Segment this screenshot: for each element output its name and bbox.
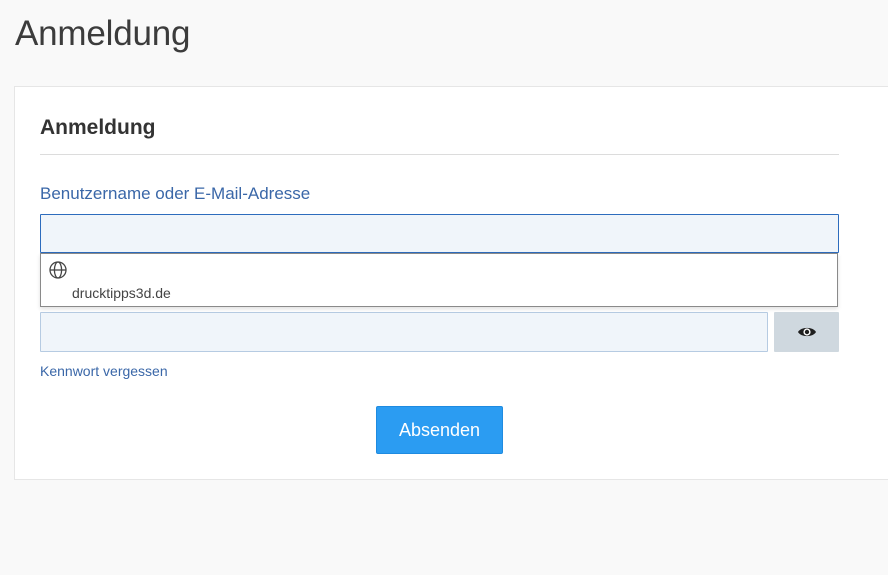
username-input[interactable] <box>40 214 839 253</box>
card-title: Anmeldung <box>40 116 156 139</box>
username-label: Benutzername oder E-Mail-Adresse <box>40 184 311 203</box>
card-divider <box>40 154 839 155</box>
page-title: Anmeldung <box>15 14 191 53</box>
eye-icon <box>797 327 816 337</box>
show-password-button[interactable] <box>774 312 839 352</box>
password-input[interactable] <box>40 312 768 352</box>
submit-button[interactable]: Absenden <box>376 406 503 454</box>
login-card: Anmeldung Benutzername oder E-Mail-Adres… <box>14 86 888 480</box>
globe-icon <box>49 261 67 279</box>
forgot-password-link[interactable]: Kennwort vergessen <box>40 363 168 379</box>
autocomplete-entry-domain: drucktipps3d.de <box>72 285 171 301</box>
autocomplete-dropdown[interactable]: drucktipps3d.de <box>40 253 838 307</box>
